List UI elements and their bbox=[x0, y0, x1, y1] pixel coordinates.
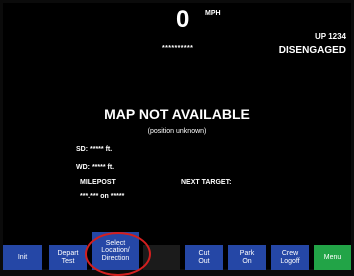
cab-display bbox=[3, 3, 351, 269]
speed-unit: MPH bbox=[205, 10, 221, 17]
speed-limit-mask: ********** bbox=[162, 45, 194, 52]
menu-button[interactable]: Menu bbox=[314, 245, 351, 270]
cut-out-button[interactable]: Cut Out bbox=[185, 245, 223, 270]
sd-readout: SD: ***** ft. bbox=[76, 146, 113, 153]
speed-value: 0 bbox=[176, 6, 190, 33]
wd-readout: WD: ***** ft. bbox=[76, 164, 115, 171]
engage-status: DISENGAGED bbox=[278, 45, 346, 56]
init-button[interactable]: Init bbox=[3, 245, 42, 270]
park-on-button[interactable]: Park On bbox=[228, 245, 266, 270]
next-target-label: NEXT TARGET: bbox=[181, 179, 232, 186]
depart-test-button[interactable]: Depart Test bbox=[49, 245, 87, 270]
train-id: UP 1234 bbox=[315, 32, 346, 41]
map-unavailable-subtitle: (position unknown) bbox=[147, 128, 207, 135]
crew-logoff-button[interactable]: Crew Logoff bbox=[271, 245, 309, 270]
map-unavailable-title: MAP NOT AVAILABLE bbox=[104, 106, 250, 122]
milepost-label: MILEPOST bbox=[80, 179, 116, 186]
softkey-bar: Init Depart Test Select Location/ Direct… bbox=[3, 232, 351, 270]
milepost-value: ***.*** on ***** bbox=[80, 193, 125, 200]
select-location-direction-button[interactable]: Select Location/ Direction bbox=[92, 232, 139, 270]
blank-softkey bbox=[143, 245, 180, 270]
